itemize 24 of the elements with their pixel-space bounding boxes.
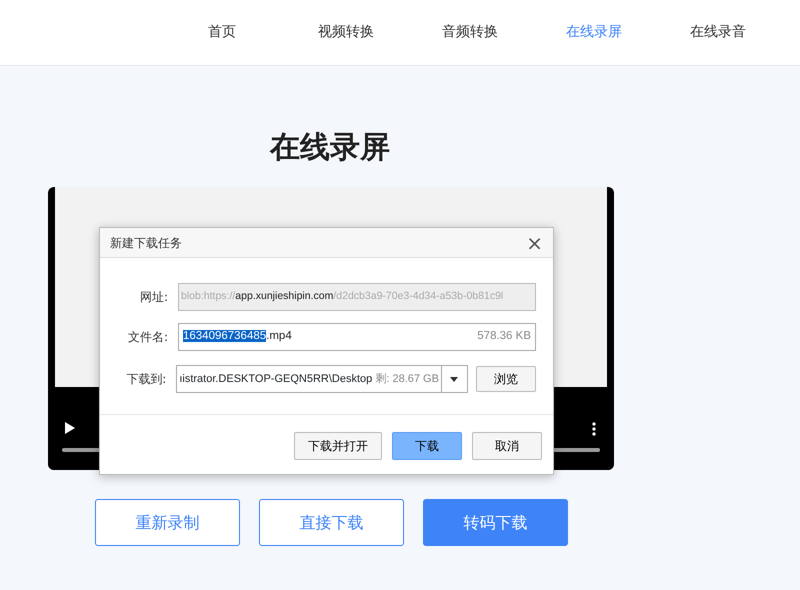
nav-link[interactable]: 在线录屏 — [532, 22, 656, 43]
more-icon[interactable] — [592, 422, 596, 436]
play-icon[interactable] — [65, 422, 75, 434]
nav-link[interactable]: 视频转换 — [284, 22, 408, 43]
nav-link[interactable]: 在线录音 — [656, 22, 780, 43]
save-path-dropdown[interactable]: ıistrator.DESKTOP-GEQN5RR\Desktop 剩: 28.67 GB — [176, 365, 468, 393]
filename-label: 文件名: — [126, 329, 168, 346]
browse-button[interactable]: 浏览 — [476, 366, 536, 392]
save-to-label: 下载到: — [125, 371, 166, 388]
url-label: 网址: — [138, 289, 168, 306]
action-button[interactable]: 转码下载 — [423, 499, 568, 546]
dialog-title: 新建下载任务 — [110, 234, 182, 252]
action-button[interactable]: 直接下载 — [259, 499, 404, 546]
nav-link[interactable]: 首页 — [160, 22, 284, 43]
action-button[interactable]: 重新录制 — [95, 499, 240, 546]
filename-field[interactable]: 1634096736485.mp4 578.36 KB — [178, 323, 536, 351]
dialog-button[interactable]: 下载 — [392, 432, 462, 460]
page-title: 在线录屏 — [268, 129, 391, 167]
caret-icon — [450, 376, 458, 382]
close-button[interactable]: × — [526, 232, 543, 252]
nav-link[interactable]: 音频转换 — [408, 22, 532, 43]
dialog-button[interactable]: 取消 — [472, 432, 542, 460]
url-field: blob:https://app.xunjieshipin.com/d2dcb3a9-70e3-4d34-a53b-0b81c9l — [178, 283, 536, 311]
dialog-button[interactable]: 下载并打开 — [294, 432, 382, 460]
